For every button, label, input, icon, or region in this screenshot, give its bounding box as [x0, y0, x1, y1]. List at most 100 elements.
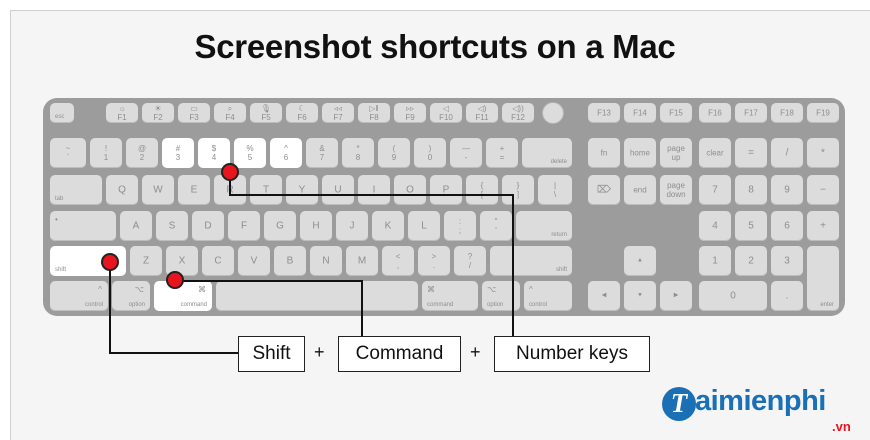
key-keypad-3: 3	[771, 246, 803, 276]
key-keypad-divide: /	[771, 138, 803, 168]
key-f10: ◁ F10	[430, 103, 462, 123]
logo-mark-icon: T	[662, 387, 696, 421]
key-keypad-4: 4	[699, 211, 731, 241]
key-keypad-0: 0	[699, 281, 767, 311]
key-right-bracket: } ]	[502, 175, 534, 205]
key-keypad-minus: −	[807, 175, 839, 205]
key-s: S	[156, 211, 188, 241]
key-minus: — -	[450, 138, 482, 168]
key-keypad-equals: =	[735, 138, 767, 168]
key-n: N	[310, 246, 342, 276]
number-keys-label: Number keys	[494, 336, 650, 372]
key-w: W	[142, 175, 174, 205]
key-e: E	[178, 175, 210, 205]
key-f: F	[228, 211, 260, 241]
key-equals: + =	[486, 138, 518, 168]
key-right-control: ^ control	[524, 281, 572, 311]
key-delete: delete	[522, 138, 572, 168]
key-clear: clear	[699, 138, 731, 168]
key-3: # 3	[162, 138, 194, 168]
key-f6: ☾ F6	[286, 103, 318, 123]
command-marker-dot	[166, 271, 184, 289]
key-q: Q	[106, 175, 138, 205]
key-f14: F14	[624, 103, 656, 123]
taimienphi-logo: T aimienphi .vn	[662, 385, 868, 437]
key-5: % 5	[234, 138, 266, 168]
key-u: U	[322, 175, 354, 205]
shift-marker-dot	[101, 253, 119, 271]
key-f19: F19	[807, 103, 839, 123]
key-right-shift: shift	[490, 246, 572, 276]
key-right-command: ⌘ command	[422, 281, 478, 311]
key-keypad-enter: enter	[807, 246, 839, 311]
touch-id-button	[542, 102, 564, 124]
key-right-option: ⌥ option	[482, 281, 520, 311]
shift-label: Shift	[238, 336, 305, 372]
key-7: & 7	[306, 138, 338, 168]
key-space	[216, 281, 418, 311]
key-f11: ◁) F11	[466, 103, 498, 123]
key-f12: ◁)) F12	[502, 103, 534, 123]
key-l: L	[408, 211, 440, 241]
key-left-control: ^ control	[50, 281, 108, 311]
key-9: ( 9	[378, 138, 410, 168]
key-f4: ⌕ F4	[214, 103, 246, 123]
key-p: P	[430, 175, 462, 205]
key-keypad-1: 1	[699, 246, 731, 276]
key-f9: ▹▹ F9	[394, 103, 426, 123]
key-t: T	[250, 175, 282, 205]
key-caps-lock: •	[50, 211, 116, 241]
plus-sign-2: +	[470, 342, 481, 362]
plus-sign-1: +	[314, 342, 325, 362]
key-f15: F15	[660, 103, 692, 123]
key-keypad-9: 9	[771, 175, 803, 205]
key-b: B	[274, 246, 306, 276]
key-right-arrow: ▶	[660, 281, 692, 311]
key-h: H	[300, 211, 332, 241]
key-0: ) 0	[414, 138, 446, 168]
key-comma: < ,	[382, 246, 414, 276]
key-f1: ☼ F1	[106, 103, 138, 123]
key-keypad-2: 2	[735, 246, 767, 276]
key-1: ! 1	[90, 138, 122, 168]
page-title: Screenshot shortcuts on a Mac	[194, 28, 676, 65]
key-up-arrow: ▲	[624, 246, 656, 276]
key-keypad-5: 5	[735, 211, 767, 241]
key-keypad-plus: +	[807, 211, 839, 241]
key-f16: F16	[699, 103, 731, 123]
key-semicolon: : ;	[444, 211, 476, 241]
key-tab: tab	[50, 175, 102, 205]
key-8: * 8	[342, 138, 374, 168]
key-page-down: page down	[660, 175, 692, 205]
key-6: ^ 6	[270, 138, 302, 168]
key-z: Z	[130, 246, 162, 276]
key-keypad-decimal: .	[771, 281, 803, 311]
key-c: C	[202, 246, 234, 276]
key-m: M	[346, 246, 378, 276]
key-left-arrow: ◀	[588, 281, 620, 311]
keyboard: esc ☼ F1 ☀ F2 ▭ F3 ⌕ F4 🎙 F5 ☾ F6 ◃◃ F7 …	[43, 98, 845, 316]
key-return: return	[516, 211, 572, 241]
key-left-option: ⌥ option	[112, 281, 150, 311]
key-k: K	[372, 211, 404, 241]
key-y: Y	[286, 175, 318, 205]
key-keypad-8: 8	[735, 175, 767, 205]
key-a: A	[120, 211, 152, 241]
key-keypad-6: 6	[771, 211, 803, 241]
key-f5: 🎙 F5	[250, 103, 282, 123]
key-esc: esc	[50, 103, 74, 123]
key-left-command: ⌘ command	[154, 281, 212, 311]
command-label: Command	[338, 336, 461, 372]
key-f17: F17	[735, 103, 767, 123]
key-backslash: | \	[538, 175, 572, 205]
key-tilde: ~ `	[50, 138, 86, 168]
key-fn: fn	[588, 138, 620, 168]
key-period: > .	[418, 246, 450, 276]
key-down-arrow: ▼	[624, 281, 656, 311]
key-j: J	[336, 211, 368, 241]
key-page-up: page up	[660, 138, 692, 168]
key-f2: ☀ F2	[142, 103, 174, 123]
number-keys-marker-dot	[221, 163, 239, 181]
key-f3: ▭ F3	[178, 103, 210, 123]
key-o: O	[394, 175, 426, 205]
